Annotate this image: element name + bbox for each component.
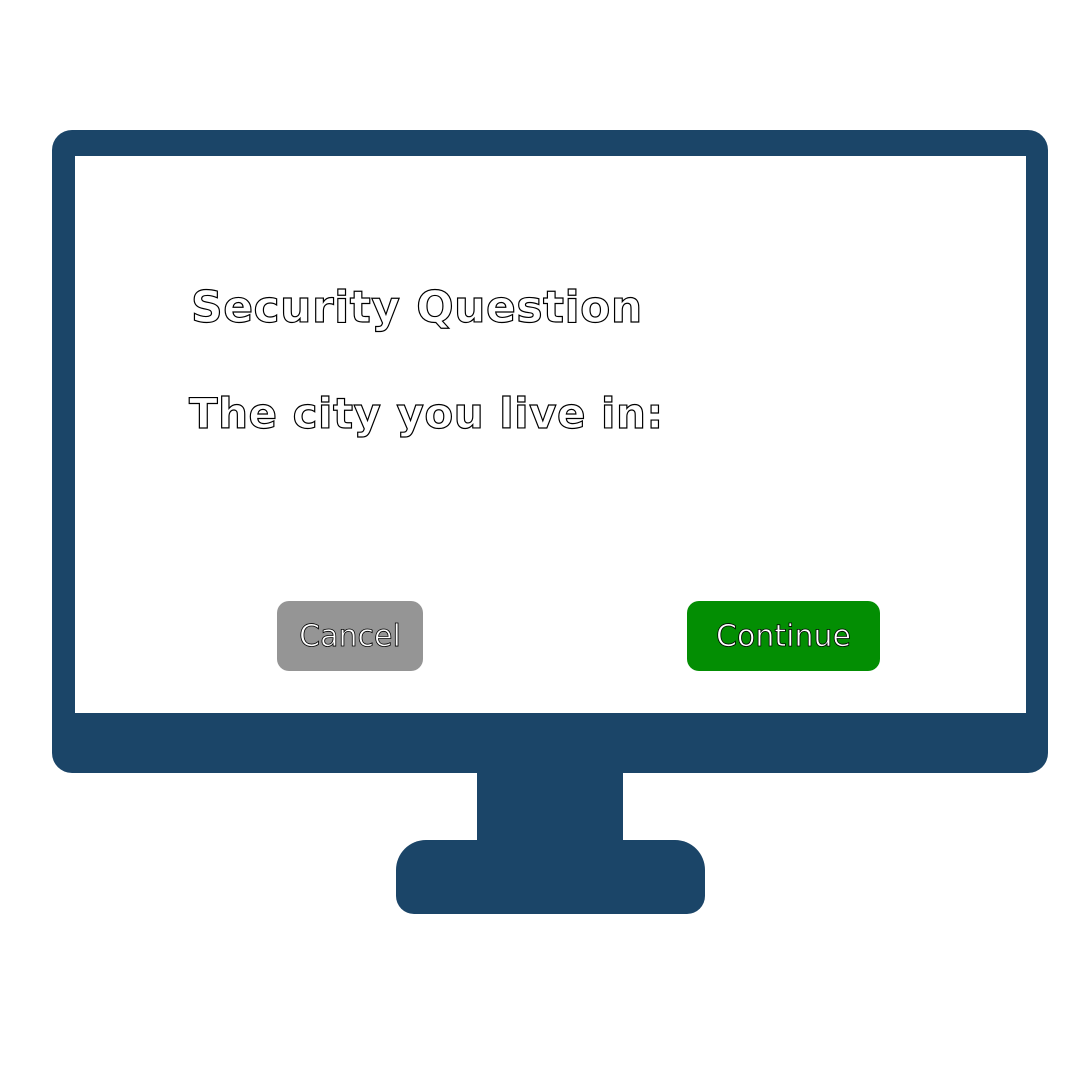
monitor-screen: Security Question The city you live in: … [75,156,1026,713]
dialog-title: Security Question [190,281,643,333]
monitor-illustration: Security Question The city you live in: … [0,0,1080,1080]
monitor-stand-neck [477,770,623,846]
monitor-stand-base [396,840,705,914]
continue-button[interactable]: Continue [687,601,880,671]
security-question-label: The city you live in: [188,388,664,438]
cancel-button[interactable]: Cancel [277,601,423,671]
